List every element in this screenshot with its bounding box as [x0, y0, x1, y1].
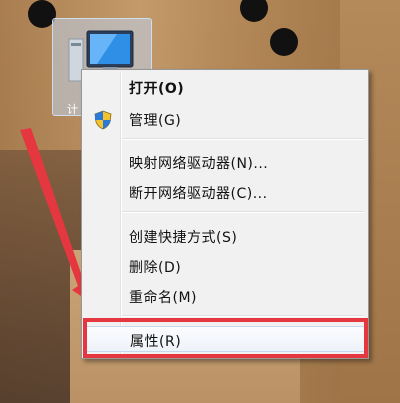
menu-item-label: 重命名(M): [129, 290, 198, 306]
menu-item-label: 断开网络驱动器(C)...: [129, 186, 268, 202]
menu-separator: [122, 138, 364, 140]
desktop-icon-label: 计: [67, 103, 78, 116]
uac-shield-icon: [94, 110, 112, 130]
menu-item-rename[interactable]: 重命名(M): [85, 283, 365, 309]
menu-separator: [122, 211, 364, 213]
menu-item-delete[interactable]: 删除(D): [85, 253, 365, 279]
context-menu: 打开(O) 管理(G) 映射网络驱动器(N)... 断开网络驱动器(C)... …: [81, 69, 369, 359]
menu-item-disconnect-network-drive[interactable]: 断开网络驱动器(C)...: [85, 179, 365, 205]
menu-item-label: 删除(D): [129, 260, 182, 276]
red-highlight-box: [83, 318, 368, 358]
menu-item-map-network-drive[interactable]: 映射网络驱动器(N)...: [85, 149, 365, 175]
menu-item-label: 映射网络驱动器(N)...: [129, 156, 269, 172]
menu-item-create-shortcut[interactable]: 创建快捷方式(S): [85, 223, 365, 249]
menu-item-open[interactable]: 打开(O): [85, 74, 365, 100]
menu-item-label: 创建快捷方式(S): [129, 230, 238, 246]
menu-separator: [122, 315, 364, 317]
menu-item-label: 管理(G): [129, 113, 182, 129]
menu-item-manage[interactable]: 管理(G): [85, 106, 365, 132]
menu-item-label: 打开(O): [129, 81, 185, 97]
